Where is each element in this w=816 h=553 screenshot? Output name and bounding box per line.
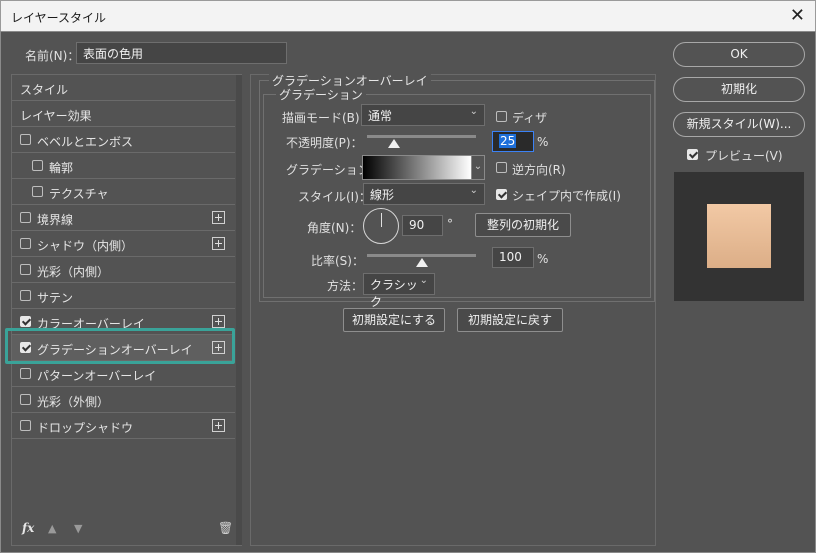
add-effect-icon[interactable] — [212, 237, 225, 250]
opacity-label: 不透明度(P)： — [286, 136, 363, 150]
align-with-shape-label: シェイプ内で作成(I) — [512, 189, 621, 203]
blend-mode-value: 通常 — [368, 109, 393, 123]
style-list-panel: スタイルレイヤー効果ベベルとエンボス輪郭テクスチャ境界線シャドウ（内側） 光彩（内… — [11, 74, 242, 546]
dither-label: ディザ — [512, 111, 548, 125]
name-label: 名前(N)： — [25, 49, 80, 63]
style-list-item[interactable]: テクスチャ — [12, 179, 235, 205]
add-effect-icon[interactable] — [212, 315, 225, 328]
chevron-down-icon: ⌄ — [469, 106, 478, 117]
style-list-item[interactable]: シャドウ（内側） — [12, 231, 235, 257]
style-list-label: 光彩（内側） — [37, 265, 110, 279]
preview-area — [674, 172, 804, 301]
style-list-label: ベベルとエンボス — [37, 135, 134, 149]
preview-swatch — [707, 204, 771, 268]
style-list-label: 光彩（外側） — [37, 395, 110, 409]
fx-icon[interactable]: fx — [22, 521, 34, 535]
style-list-label: テクスチャ — [49, 187, 109, 201]
window-title: レイヤースタイル — [11, 11, 107, 25]
style-list-item[interactable]: ベベルとエンボス — [12, 127, 235, 153]
style-list-checkbox[interactable] — [20, 368, 31, 379]
reverse-checkbox[interactable] — [496, 162, 507, 173]
style-list-item[interactable]: 光彩（内側） — [12, 257, 235, 283]
style-list-item[interactable]: パターンオーバーレイ — [12, 361, 235, 387]
style-list-checkbox[interactable] — [20, 238, 31, 249]
name-field[interactable]: 表面の色用 — [76, 42, 287, 64]
blend-mode-label: 描画モード(B)： — [282, 111, 372, 125]
style-list-checkbox[interactable] — [20, 420, 31, 431]
scale-unit: % — [537, 252, 549, 266]
angle-dial-needle — [381, 213, 382, 227]
selected-item-highlight — [5, 328, 235, 364]
make-default-button[interactable]: 初期設定にする — [343, 308, 445, 332]
opacity-slider-thumb[interactable] — [388, 139, 401, 148]
preview-label: プレビュー(V) — [705, 149, 783, 163]
preview-checkbox[interactable] — [687, 149, 698, 160]
style-list-label: 境界線 — [37, 213, 74, 227]
scale-slider-thumb[interactable] — [415, 258, 428, 267]
opacity-input[interactable]: 25 — [492, 131, 534, 152]
style-value: 線形 — [370, 188, 395, 202]
title-bar: レイヤースタイル ✕ — [0, 0, 816, 31]
style-list-label: 輪郭 — [49, 161, 74, 175]
opacity-slider-track[interactable] — [367, 135, 476, 138]
style-list-checkbox[interactable] — [32, 160, 43, 171]
gradient-picker[interactable] — [362, 155, 472, 180]
style-list-checkbox[interactable] — [20, 134, 31, 145]
align-with-shape-checkbox[interactable] — [496, 189, 507, 200]
style-list-label: シャドウ（内側） — [37, 239, 134, 253]
style-list-label: スタイル — [20, 83, 69, 97]
opacity-unit: % — [537, 135, 549, 149]
gradient-picker-chevron-icon[interactable]: ⌄ — [472, 155, 485, 180]
scale-input[interactable]: 100 — [492, 247, 534, 268]
method-label: 方法： — [327, 279, 364, 293]
layer-style-dialog: 名前(N)： 表面の色用 スタイルレイヤー効果ベベルとエンボス輪郭テクスチャ境界… — [0, 31, 816, 553]
style-list-item[interactable]: 光彩（外側） — [12, 387, 235, 413]
add-effect-icon[interactable] — [212, 211, 225, 224]
style-list-item[interactable]: ドロップシャドウ — [12, 413, 235, 439]
style-label: スタイル(I)： — [298, 190, 371, 204]
move-up-icon[interactable]: ▲ — [48, 522, 56, 535]
ok-button[interactable]: OK — [673, 42, 805, 67]
style-list-checkbox[interactable] — [20, 290, 31, 301]
style-list-label: パターンオーバーレイ — [37, 369, 157, 383]
style-list-scrollbar[interactable] — [236, 75, 242, 545]
style-list-checkbox[interactable] — [20, 316, 31, 327]
angle-input[interactable]: 90 — [402, 215, 443, 236]
sub-title: グラデーション — [276, 86, 366, 103]
style-list-label: ドロップシャドウ — [37, 421, 134, 435]
style-list-checkbox[interactable] — [20, 394, 31, 405]
reset-button[interactable]: 初期化 — [673, 77, 805, 102]
style-list-item[interactable]: 境界線 — [12, 205, 235, 231]
move-down-icon[interactable]: ▼ — [74, 522, 82, 535]
style-list-checkbox[interactable] — [20, 264, 31, 275]
method-dropdown[interactable]: クラシック ⌄ — [363, 273, 435, 309]
scale-label: 比率(S)： — [311, 254, 364, 268]
dither-checkbox[interactable] — [496, 111, 507, 122]
angle-label: 角度(N)： — [307, 221, 362, 235]
opacity-value: 25 — [499, 134, 517, 148]
reset-alignment-button[interactable]: 整列の初期化 — [475, 213, 571, 237]
trash-icon[interactable]: 🗑 — [218, 521, 233, 535]
reset-to-default-button[interactable]: 初期設定に戻す — [457, 308, 563, 332]
style-dropdown[interactable]: 線形 ⌄ — [363, 183, 485, 205]
style-list-item[interactable]: スタイル — [12, 75, 235, 101]
add-effect-icon[interactable] — [212, 419, 225, 432]
style-list-label: レイヤー効果 — [20, 109, 92, 123]
angle-unit: ° — [447, 217, 453, 231]
reverse-label: 逆方向(R) — [512, 163, 566, 177]
new-style-button[interactable]: 新規スタイル(W)... — [673, 112, 805, 137]
scale-slider-track[interactable] — [367, 254, 476, 257]
style-list-checkbox[interactable] — [32, 186, 43, 197]
style-list-checkbox[interactable] — [20, 212, 31, 223]
chevron-down-icon: ⌄ — [469, 185, 478, 196]
blend-mode-dropdown[interactable]: 通常 ⌄ — [361, 104, 485, 126]
style-list-item[interactable]: レイヤー効果 — [12, 101, 235, 127]
chevron-down-icon: ⌄ — [419, 275, 428, 286]
style-list-label: サテン — [37, 291, 74, 305]
style-list-item[interactable]: 輪郭 — [12, 153, 235, 179]
angle-dial[interactable] — [363, 208, 399, 244]
style-list-item[interactable]: サテン — [12, 283, 235, 309]
close-icon[interactable]: ✕ — [790, 5, 805, 26]
